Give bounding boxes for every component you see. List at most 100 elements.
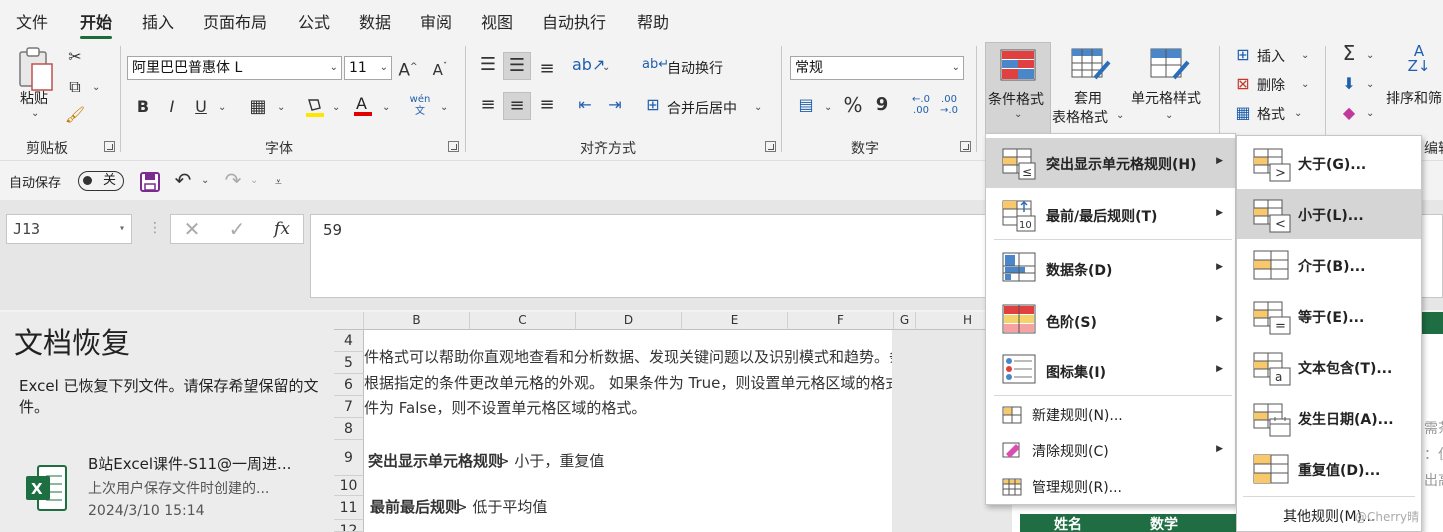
borders-dropdown-icon[interactable]: ⌄ (277, 102, 285, 113)
chevron-down-icon[interactable]: ⌄ (1366, 79, 1374, 90)
phonetic-dropdown-icon[interactable]: ⌄ (440, 102, 448, 113)
copy-dropdown-icon[interactable]: ⌄ (92, 82, 100, 93)
menu-item-new-rule[interactable]: 新建规则(N)... (986, 396, 1235, 432)
wrap-text-button[interactable]: 自动换行 (667, 58, 723, 78)
font-launcher-icon[interactable] (448, 141, 459, 152)
row-header[interactable]: 10 (334, 476, 364, 496)
menu-item-clear-rules[interactable]: 清除规则(C) ▶ (986, 432, 1235, 468)
chevron-down-icon[interactable]: ⌄ (1301, 50, 1309, 61)
chevron-down-icon[interactable]: ⌄ (1366, 50, 1374, 61)
name-box[interactable]: J13 ▾ (6, 214, 132, 244)
recovered-file-name[interactable]: B站Excel课件-S11@一周进... (88, 453, 291, 474)
increase-decimal-icon[interactable]: ←.0.00 (908, 94, 934, 116)
align-right-icon[interactable]: ≡ (534, 94, 560, 116)
italic-button[interactable]: I (162, 96, 182, 118)
tab-data[interactable]: 数据 (359, 9, 391, 33)
paste-dropdown-icon[interactable]: ⌄ (31, 108, 39, 119)
fill-color-dropdown-icon[interactable]: ⌄ (332, 102, 340, 113)
wrap-text-icon[interactable]: ab↵ (642, 54, 669, 76)
bold-button[interactable]: B (133, 96, 153, 118)
menu-item-icon-sets[interactable]: 图标集(I) ▶ (986, 344, 1235, 394)
tab-home[interactable]: 开始 (80, 9, 113, 39)
sort-filter-button[interactable]: 排序和筛 (1386, 88, 1442, 108)
chevron-down-icon[interactable]: ⌄ (1294, 108, 1302, 119)
font-name-combo[interactable]: 阿里巴巴普惠体 L ⌄ (127, 56, 342, 80)
row-header[interactable]: 11 (334, 496, 364, 520)
undo-dropdown-icon[interactable]: ⌄ (201, 175, 209, 186)
row-header[interactable]: 6 (334, 374, 364, 396)
chevron-down-icon[interactable]: ⌄ (1165, 110, 1173, 121)
column-header[interactable]: E (682, 312, 788, 330)
row-header[interactable]: 9 (334, 440, 364, 476)
currency-dropdown-icon[interactable]: ⌄ (824, 102, 832, 113)
number-launcher-icon[interactable] (960, 141, 971, 152)
format-as-table-line2[interactable]: 表格格式 (1052, 107, 1108, 127)
align-bottom-icon[interactable]: ≡ (534, 58, 560, 80)
submenu-item-between[interactable]: 介于(B)... (1237, 240, 1421, 290)
format-cells-icon[interactable]: ▦ (1232, 102, 1254, 124)
insert-cells-icon[interactable]: ⊞ (1232, 44, 1254, 66)
fill-icon[interactable]: ⬇ (1338, 73, 1360, 95)
chevron-down-icon[interactable]: ⌄ (1366, 108, 1374, 119)
menu-item-manage-rules[interactable]: 管理规则(R)... (986, 468, 1235, 504)
conditional-formatting-button[interactable]: 条件格式 ⌄ (985, 42, 1051, 134)
enter-icon[interactable]: ✓ (226, 218, 248, 240)
underline-dropdown-icon[interactable]: ⌄ (218, 102, 226, 113)
submenu-item-equal-to[interactable]: = 等于(E)... (1237, 291, 1421, 341)
merge-center-icon[interactable]: ⊞ (642, 94, 664, 116)
align-left-icon[interactable]: ≡ (475, 94, 501, 116)
autosum-icon[interactable]: Σ (1338, 42, 1360, 64)
align-top-icon[interactable]: ☰ (475, 54, 501, 76)
tab-automate[interactable]: 自动执行 (542, 9, 606, 33)
menu-item-highlight-rules[interactable]: ≤ 突出显示单元格规则(H) ▶ (986, 138, 1235, 188)
column-header[interactable]: F (788, 312, 894, 330)
menu-item-color-scales[interactable]: 色阶(S) ▶ (986, 294, 1235, 344)
alignment-launcher-icon[interactable] (765, 141, 776, 152)
submenu-item-less-than[interactable]: < 小于(L)... (1237, 189, 1421, 239)
column-header[interactable]: D (576, 312, 682, 330)
font-color-dropdown-icon[interactable]: ⌄ (382, 102, 390, 113)
insert-function-button[interactable]: fx (269, 218, 295, 240)
cancel-icon[interactable]: ✕ (181, 218, 203, 240)
increase-indent-icon[interactable]: ⇥ (602, 94, 628, 116)
column-header[interactable]: B (364, 312, 470, 330)
insert-cells-button[interactable]: 插入 (1257, 46, 1285, 66)
column-header[interactable]: C (470, 312, 576, 330)
splitter-icon[interactable]: ⋮ (148, 220, 162, 236)
clipboard-launcher-icon[interactable] (104, 141, 115, 152)
merge-dropdown-icon[interactable]: ⌄ (754, 102, 762, 113)
autosave-toggle[interactable]: 关 (78, 171, 124, 191)
borders-icon[interactable]: ▦ (247, 96, 269, 118)
paste-icon[interactable] (14, 46, 58, 92)
tab-page-layout[interactable]: 页面布局 (203, 9, 267, 33)
decrease-indent-icon[interactable]: ⇤ (572, 94, 598, 116)
clear-icon[interactable]: ◆ (1338, 102, 1360, 124)
menu-item-data-bars[interactable]: 数据条(D) ▶ (986, 242, 1235, 292)
row-header[interactable]: 12 (334, 520, 364, 532)
decrease-font-icon[interactable]: Aˇ (428, 56, 452, 81)
tab-review[interactable]: 审阅 (420, 9, 452, 33)
delete-cells-button[interactable]: 删除 (1257, 75, 1285, 95)
tab-formulas[interactable]: 公式 (298, 9, 330, 33)
submenu-item-text-contains[interactable]: a 文本包含(T)... (1237, 342, 1421, 392)
phonetic-icon[interactable]: wén 文 (406, 94, 434, 118)
submenu-item-more-rules[interactable]: 其他规则(M)... @Cherry晴 (1237, 500, 1421, 530)
sort-filter-icon[interactable]: A Z↓ (1402, 44, 1436, 74)
format-as-table-line1[interactable]: 套用 (1074, 88, 1102, 108)
orientation-icon[interactable]: ab↗ (572, 54, 605, 76)
percent-button[interactable]: % (842, 94, 864, 116)
customize-qat-icon[interactable]: ⩡ (275, 175, 282, 190)
menu-item-top-bottom-rules[interactable]: 10 最前/最后规则(T) ▶ (986, 190, 1235, 240)
row-header[interactable]: 5 (334, 352, 364, 374)
chevron-down-icon[interactable]: ⌄ (1116, 110, 1124, 121)
submenu-item-date-occurring[interactable]: 发生日期(A)... (1237, 393, 1421, 443)
tab-help[interactable]: 帮助 (637, 9, 669, 33)
cell-styles-button[interactable]: 单元格样式 (1131, 88, 1201, 108)
submenu-item-greater-than[interactable]: > 大于(G)... (1237, 138, 1421, 188)
orientation-dropdown-icon[interactable]: ⌄ (602, 62, 610, 73)
decrease-decimal-icon[interactable]: .00 →.0 (936, 94, 962, 116)
format-cells-button[interactable]: 格式 (1257, 104, 1285, 124)
increase-font-icon[interactable]: A^ (396, 56, 420, 82)
undo-icon[interactable]: ↶ (172, 169, 194, 191)
merge-center-button[interactable]: 合并后居中 (667, 98, 737, 118)
